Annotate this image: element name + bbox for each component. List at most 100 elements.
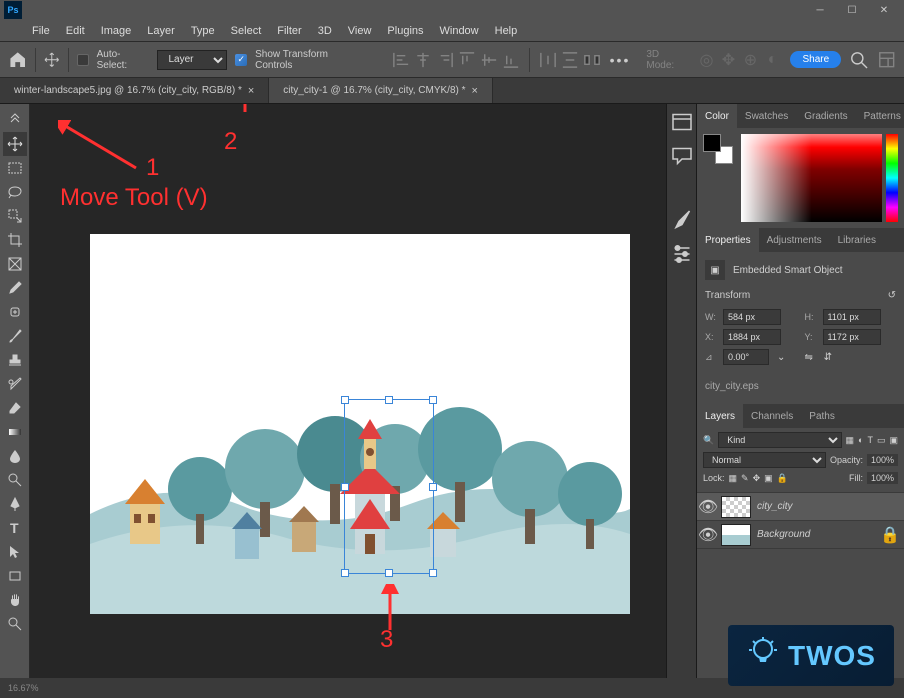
menu-view[interactable]: View — [340, 25, 380, 37]
foreground-color[interactable] — [703, 134, 721, 152]
menu-3d[interactable]: 3D — [310, 25, 340, 37]
y-input[interactable]: 1172 px — [823, 329, 881, 345]
distribute-h-icon[interactable] — [538, 50, 558, 70]
tab-adjustments[interactable]: Adjustments — [759, 228, 830, 252]
reset-icon[interactable]: ↺ — [888, 290, 896, 301]
x-input[interactable]: 1884 px — [723, 329, 781, 345]
search-icon[interactable] — [849, 50, 868, 70]
lock-position-icon[interactable]: ✥ — [753, 473, 761, 484]
maximize-button[interactable]: ☐ — [836, 0, 868, 20]
filter-type-icon[interactable]: T — [867, 435, 873, 445]
lock-brush-icon[interactable]: ✎ — [741, 473, 749, 484]
blur-tool[interactable] — [3, 444, 27, 468]
zoom-tool[interactable] — [3, 612, 27, 636]
align-center-h-icon[interactable] — [413, 50, 433, 70]
more-options-icon[interactable]: ••• — [610, 52, 631, 68]
opacity-value[interactable]: 100% — [867, 454, 898, 466]
flip-v-icon[interactable]: ⇵ — [824, 352, 832, 363]
pen-tool[interactable] — [3, 492, 27, 516]
tab-libraries[interactable]: Libraries — [830, 228, 884, 252]
minimize-button[interactable]: ─ — [804, 0, 836, 20]
layer-name[interactable]: Background — [757, 529, 810, 540]
shape-tool[interactable] — [3, 564, 27, 588]
menu-window[interactable]: Window — [432, 25, 487, 37]
color-field[interactable] — [741, 134, 882, 222]
dodge-tool[interactable] — [3, 468, 27, 492]
menu-edit[interactable]: Edit — [58, 25, 93, 37]
tab-layers[interactable]: Layers — [697, 404, 743, 428]
type-tool[interactable]: T — [3, 516, 27, 540]
healing-tool[interactable] — [3, 300, 27, 324]
tab-patterns[interactable]: Patterns — [856, 104, 904, 128]
visibility-icon[interactable]: 👁 — [701, 500, 715, 514]
marquee-tool[interactable] — [3, 156, 27, 180]
menu-help[interactable]: Help — [487, 25, 526, 37]
document-tab-2[interactable]: city_city-1 @ 16.7% (city_city, CMYK/8) … — [269, 78, 493, 103]
move-tool[interactable] — [3, 132, 27, 156]
align-bottom-icon[interactable] — [501, 50, 521, 70]
angle-dropdown[interactable]: ⌄ — [773, 352, 789, 363]
layer-thumbnail[interactable] — [721, 524, 751, 546]
auto-select-dropdown[interactable]: Layer — [157, 50, 227, 70]
canvas-area[interactable]: 1 Move Tool (V) 2 3 — [30, 104, 666, 678]
close-icon[interactable]: × — [248, 85, 254, 97]
filter-shape-icon[interactable]: ▭ — [877, 435, 886, 446]
tab-properties[interactable]: Properties — [697, 228, 759, 252]
color-picker[interactable] — [697, 128, 904, 228]
menu-image[interactable]: Image — [93, 25, 140, 37]
share-button[interactable]: Share — [790, 51, 841, 68]
filter-smart-icon[interactable]: ▣ — [889, 435, 898, 446]
menu-type[interactable]: Type — [183, 25, 223, 37]
path-select-tool[interactable] — [3, 540, 27, 564]
blend-mode-select[interactable]: Normal — [703, 452, 826, 468]
menu-plugins[interactable]: Plugins — [379, 25, 431, 37]
workspace-icon[interactable] — [877, 50, 896, 70]
tab-gradients[interactable]: Gradients — [796, 104, 855, 128]
lock-all-icon[interactable]: 🔒 — [777, 473, 788, 484]
menu-filter[interactable]: Filter — [269, 25, 309, 37]
lasso-tool[interactable] — [3, 180, 27, 204]
tab-channels[interactable]: Channels — [743, 404, 801, 428]
gradient-tool[interactable] — [3, 420, 27, 444]
menu-layer[interactable]: Layer — [139, 25, 183, 37]
history-brush-tool[interactable] — [3, 372, 27, 396]
brushes-panel-icon[interactable] — [670, 208, 694, 232]
eraser-tool[interactable] — [3, 396, 27, 420]
comments-panel-icon[interactable] — [670, 144, 694, 168]
filter-adjust-icon[interactable]: ◐ — [858, 435, 863, 445]
width-input[interactable]: 584 px — [723, 309, 781, 325]
angle-input[interactable]: 0.00° — [723, 349, 769, 365]
menu-select[interactable]: Select — [223, 25, 270, 37]
crop-tool[interactable] — [3, 228, 27, 252]
tab-swatches[interactable]: Swatches — [737, 104, 796, 128]
stamp-tool[interactable] — [3, 348, 27, 372]
filter-pixel-icon[interactable]: ▦ — [846, 435, 855, 446]
frame-tool[interactable] — [3, 252, 27, 276]
foreground-background-swatch[interactable] — [703, 134, 733, 164]
layer-thumbnail[interactable] — [721, 496, 751, 518]
zoom-level[interactable]: 16.67% — [8, 683, 39, 693]
distribute-v-icon[interactable] — [560, 50, 580, 70]
lock-artboard-icon[interactable]: ▣ — [764, 473, 773, 484]
align-middle-icon[interactable] — [479, 50, 499, 70]
flip-h-icon[interactable]: ⇋ — [805, 352, 813, 363]
lock-transparent-icon[interactable]: ▦ — [729, 473, 738, 484]
align-right-icon[interactable] — [435, 50, 455, 70]
close-icon[interactable]: × — [472, 85, 478, 97]
selection-tool[interactable] — [3, 204, 27, 228]
distribute-spacing-icon[interactable] — [582, 50, 602, 70]
history-panel-icon[interactable] — [670, 110, 694, 134]
fill-value[interactable]: 100% — [867, 472, 898, 484]
brush-tool[interactable] — [3, 324, 27, 348]
document-tab-1[interactable]: winter-landscape5.jpg @ 16.7% (city_city… — [0, 78, 269, 103]
auto-select-checkbox[interactable] — [77, 54, 89, 66]
align-top-icon[interactable] — [457, 50, 477, 70]
layer-filter-kind[interactable]: Kind — [718, 432, 841, 448]
document-canvas[interactable] — [90, 234, 630, 614]
tab-color[interactable]: Color — [697, 104, 737, 128]
layer-name[interactable]: city_city — [757, 501, 793, 512]
visibility-icon[interactable]: 👁 — [701, 528, 715, 542]
hand-tool[interactable] — [3, 588, 27, 612]
brush-settings-icon[interactable] — [670, 242, 694, 266]
align-left-icon[interactable] — [391, 50, 411, 70]
